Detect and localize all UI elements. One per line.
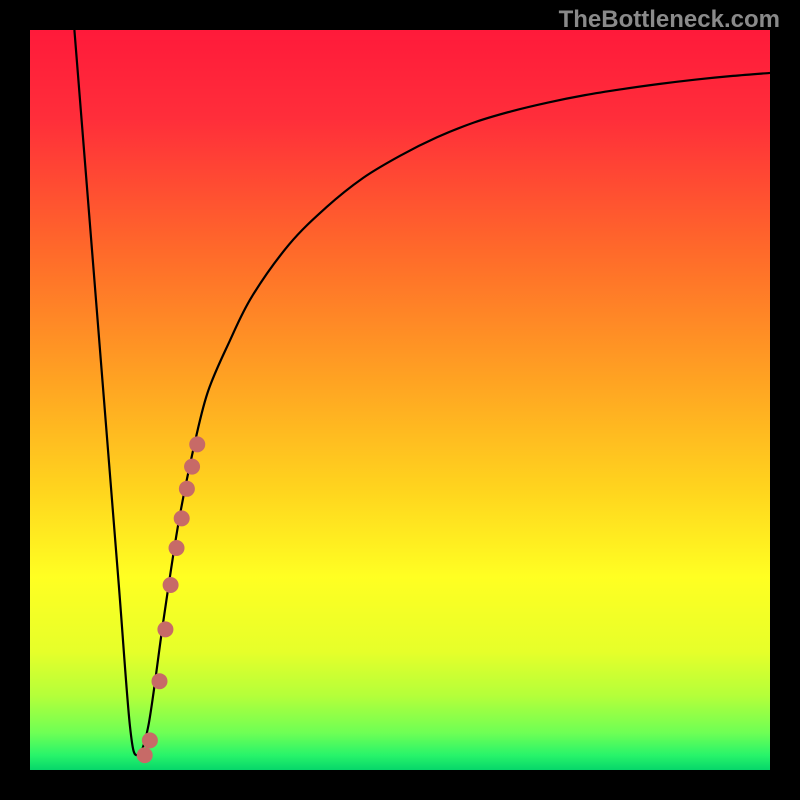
chart-stage: TheBottleneck.com (0, 0, 800, 800)
plot-area (30, 30, 770, 770)
background-gradient (30, 30, 770, 770)
watermark-text: TheBottleneck.com (559, 6, 780, 34)
